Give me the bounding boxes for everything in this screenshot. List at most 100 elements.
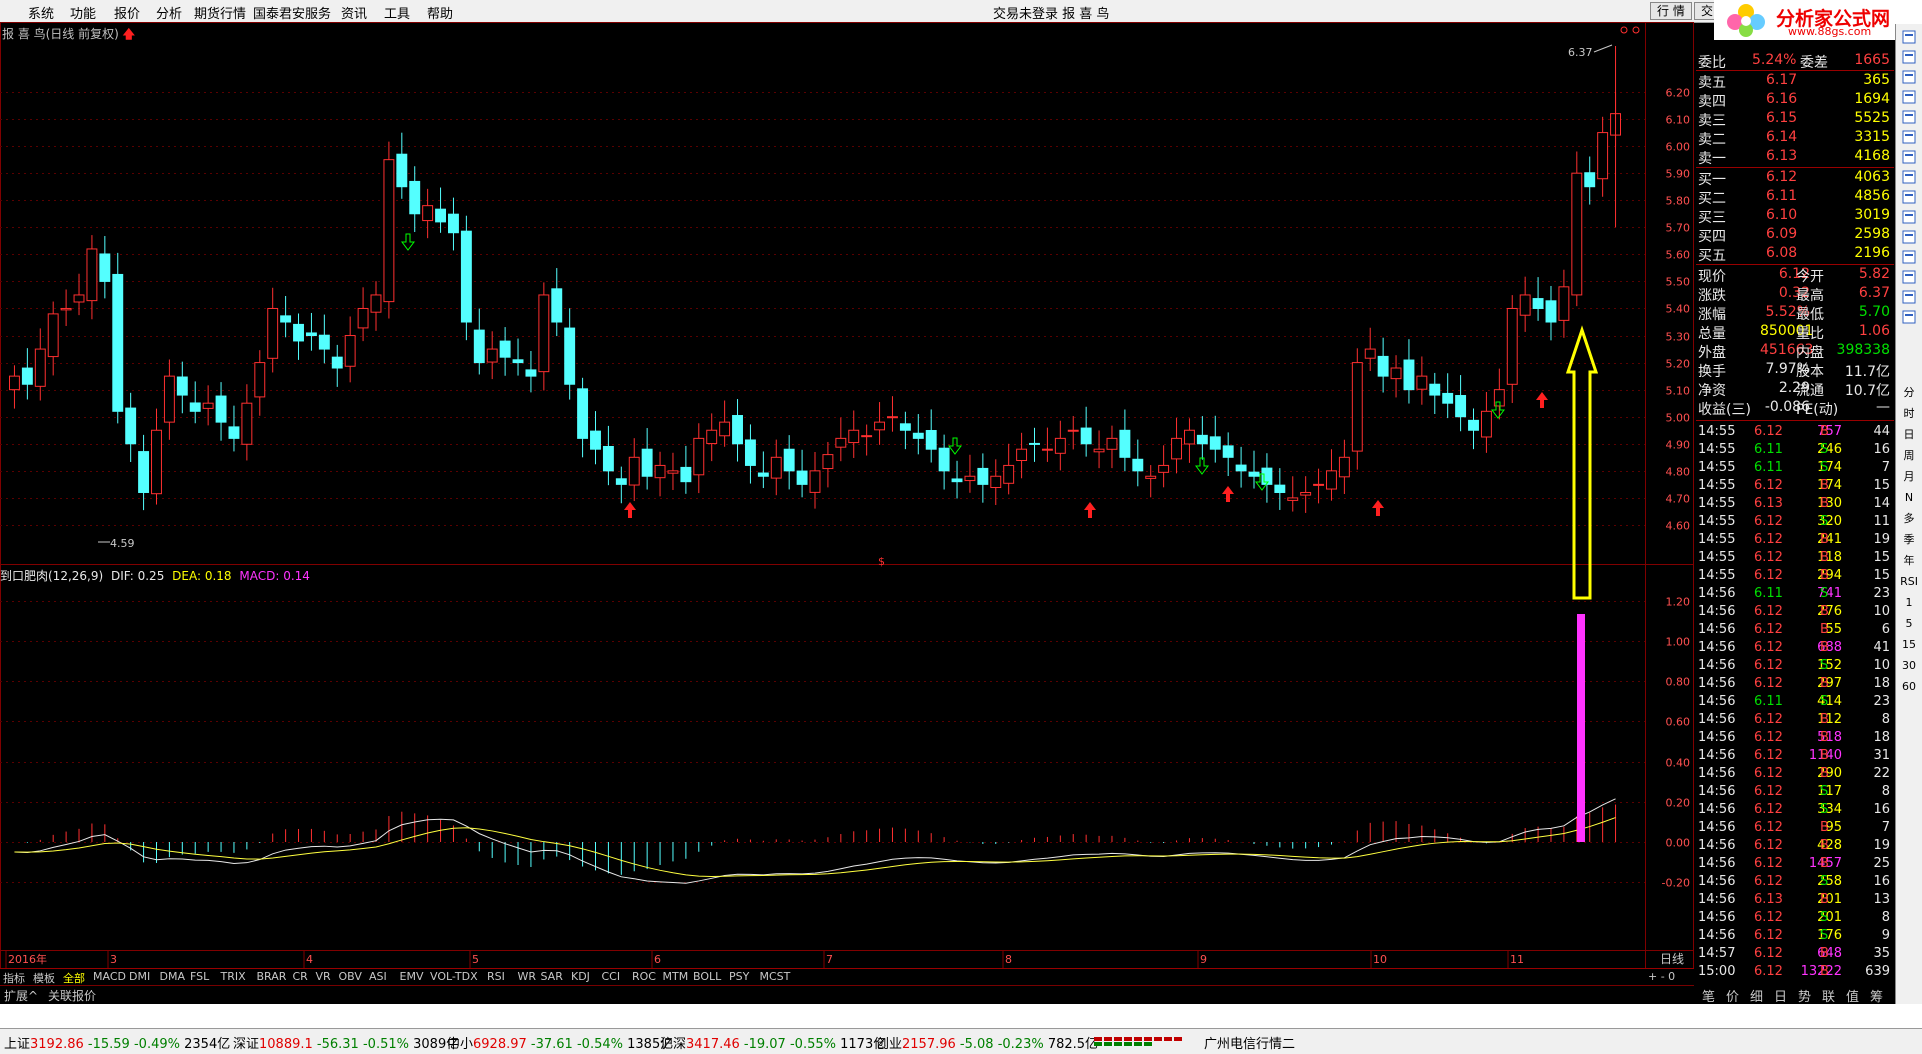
chart-canvas[interactable]: 6.20 6.10 6.00 5.90 5.80 5.70 5.60 5.50 5.40 5.30… [0,22,1694,972]
menu-quote[interactable]: 报价 [114,3,140,22]
grid-icon[interactable] [1900,90,1918,108]
indicator-tab-dmi[interactable]: DMI [129,970,150,983]
indicator-tab-obv[interactable]: OBV [339,970,362,983]
sidebar-period-9[interactable]: RSI [1900,573,1918,591]
menu-help[interactable]: 帮助 [427,3,453,22]
indicator-tab-指标[interactable]: 指标 [3,970,25,986]
indicator-tab-roc[interactable]: ROC [632,970,656,983]
down-icon[interactable] [1900,50,1918,68]
right-tab-3[interactable]: 日 [1774,986,1787,1005]
status-hs[interactable]: 沪深3417.46 -19.07 -0.55% 1173亿 [660,1033,886,1052]
window-icon[interactable] [1900,110,1918,128]
sidebar-period-5[interactable]: N [1900,489,1918,507]
sidebar-period-1[interactable]: 时 [1900,405,1918,423]
fiz-icon[interactable] [1900,270,1918,288]
indicator-tab-mcst[interactable]: MCST [760,970,791,983]
f10-icon[interactable] [1900,190,1918,208]
buy-row: 买五 6.08 2196 [1696,245,1894,264]
refresh-icon[interactable] [1900,70,1918,88]
indicator-tab-模板[interactable]: 模板 [33,970,55,986]
sidebar-period-12[interactable]: 15 [1900,636,1918,654]
indicator-tab-kdj[interactable]: KDJ [571,970,590,983]
separator [1696,420,1894,421]
indicator-tab-brar[interactable]: BRAR [257,970,287,983]
right-tab-5[interactable]: 联 [1822,986,1835,1005]
indicator-tab-boll[interactable]: BOLL [693,970,721,983]
status-cy[interactable]: 创业2157.96 -5.08 -0.23% 782.5亿 [876,1033,1098,1052]
menu-news[interactable]: 资讯 [341,3,367,22]
tick-price: 6.12 [1754,424,1783,439]
indicator-tab-wr[interactable]: WR [518,970,537,983]
menu-gtja-service[interactable]: 国泰君安服务 [253,3,331,22]
indicator-tab-psy[interactable]: PSY [729,970,749,983]
price-tick-label: 5.50 [1666,276,1691,289]
zoom-controls[interactable]: + - 0 [1648,970,1675,983]
indicator-tab-macd[interactable]: MACD [93,970,126,983]
sidebar-period-11[interactable]: 5 [1900,615,1918,633]
up-icon[interactable] [1900,30,1918,48]
sidebar-period-6[interactable]: 多 [1900,510,1918,528]
price-tick-label: 5.10 [1666,385,1691,398]
sidebar-period-2[interactable]: 日 [1900,426,1918,444]
tick-time: 14:56 [1698,604,1736,619]
chart-icon[interactable] [1900,130,1918,148]
indicator-tab-rsi[interactable]: RSI [487,970,505,983]
indicator-tab-cci[interactable]: CCI [602,970,621,983]
macd-tick-label: 0.20 [1666,797,1691,810]
news-icon[interactable] [1900,290,1918,308]
fx-icon[interactable] [1900,170,1918,188]
indicator-tab-cr[interactable]: CR [293,970,308,983]
indicator-tab-fsl[interactable]: FSL [190,970,209,983]
sidebar-period-10[interactable]: 1 [1900,594,1918,612]
sidebar-period-13[interactable]: 30 [1900,657,1918,675]
sidebar-period-3[interactable]: 周 [1900,447,1918,465]
ext-tab-expand[interactable]: 扩展^ [4,987,38,1004]
buy-volume: 3019 [1854,207,1890,223]
tick-count: 15 [1873,568,1890,583]
sidebar-period-7[interactable]: 季 [1900,531,1918,549]
right-tab-4[interactable]: 势 [1798,986,1811,1005]
menu-futures[interactable]: 期货行情 [194,3,246,22]
tick-side: S [1820,910,1829,925]
menu-analysis[interactable]: 分析 [156,3,182,22]
indicator-tab-全部[interactable]: 全部 [63,970,85,986]
right-tab-6[interactable]: 值 [1846,986,1859,1005]
sidebar-period-0[interactable]: 分 [1900,384,1918,402]
menu-function[interactable]: 功能 [70,3,96,22]
list-icon[interactable] [1900,150,1918,168]
calc-icon[interactable] [1900,250,1918,268]
indicator-tab-vol-tdx[interactable]: VOL-TDX [430,970,478,983]
candle-body [448,213,459,234]
status-sh[interactable]: 上证3192.86 -15.59 -0.49% 2354亿 [4,1033,230,1052]
sell-level-label: 卖三 [1698,113,1726,129]
tick-side: B [1820,640,1829,655]
indicator-tab-dma[interactable]: DMA [160,970,186,983]
right-tab-0[interactable]: 笔 [1702,986,1715,1005]
sh-name: 上证 [4,1037,31,1052]
indicator-tab-vr[interactable]: VR [316,970,331,983]
clock-icon[interactable] [1900,310,1918,328]
indicator-tab-asi[interactable]: ASI [369,970,387,983]
candle-body [809,470,821,493]
sidebar-period-8[interactable]: 年 [1900,552,1918,570]
ext-tab-related[interactable]: 关联报价 [48,987,96,1004]
sidebar-period-4[interactable]: 月 [1900,468,1918,486]
price-tick-label: 5.80 [1666,195,1691,208]
indicator-tab-trix[interactable]: TRIX [221,970,246,983]
right-tab-2[interactable]: 细 [1750,986,1763,1005]
right-tab-7[interactable]: 筹 [1870,986,1883,1005]
sidebar-period-14[interactable]: 60 [1900,678,1918,696]
indicator-tab-mtm[interactable]: MTM [663,970,689,983]
tick-time: 14:56 [1698,838,1736,853]
status-sz[interactable]: 深证10889.1 -56.31 -0.51% 3089亿 [233,1033,459,1052]
menu-tools[interactable]: 工具 [384,3,410,22]
alert-icon[interactable] [1900,230,1918,248]
menu-system[interactable]: 系统 [28,3,54,22]
indicator-tab-emv[interactable]: EMV [400,970,424,983]
indicator-tab-sar[interactable]: SAR [541,970,563,983]
right-tab-1[interactable]: 价 [1726,986,1739,1005]
tick-side: B [1820,838,1829,853]
hangqing-button[interactable]: 行 情 [1650,2,1692,20]
note-icon[interactable] [1900,210,1918,228]
status-zx[interactable]: 中小6928.97 -37.61 -0.54% 1385亿 [447,1033,673,1052]
